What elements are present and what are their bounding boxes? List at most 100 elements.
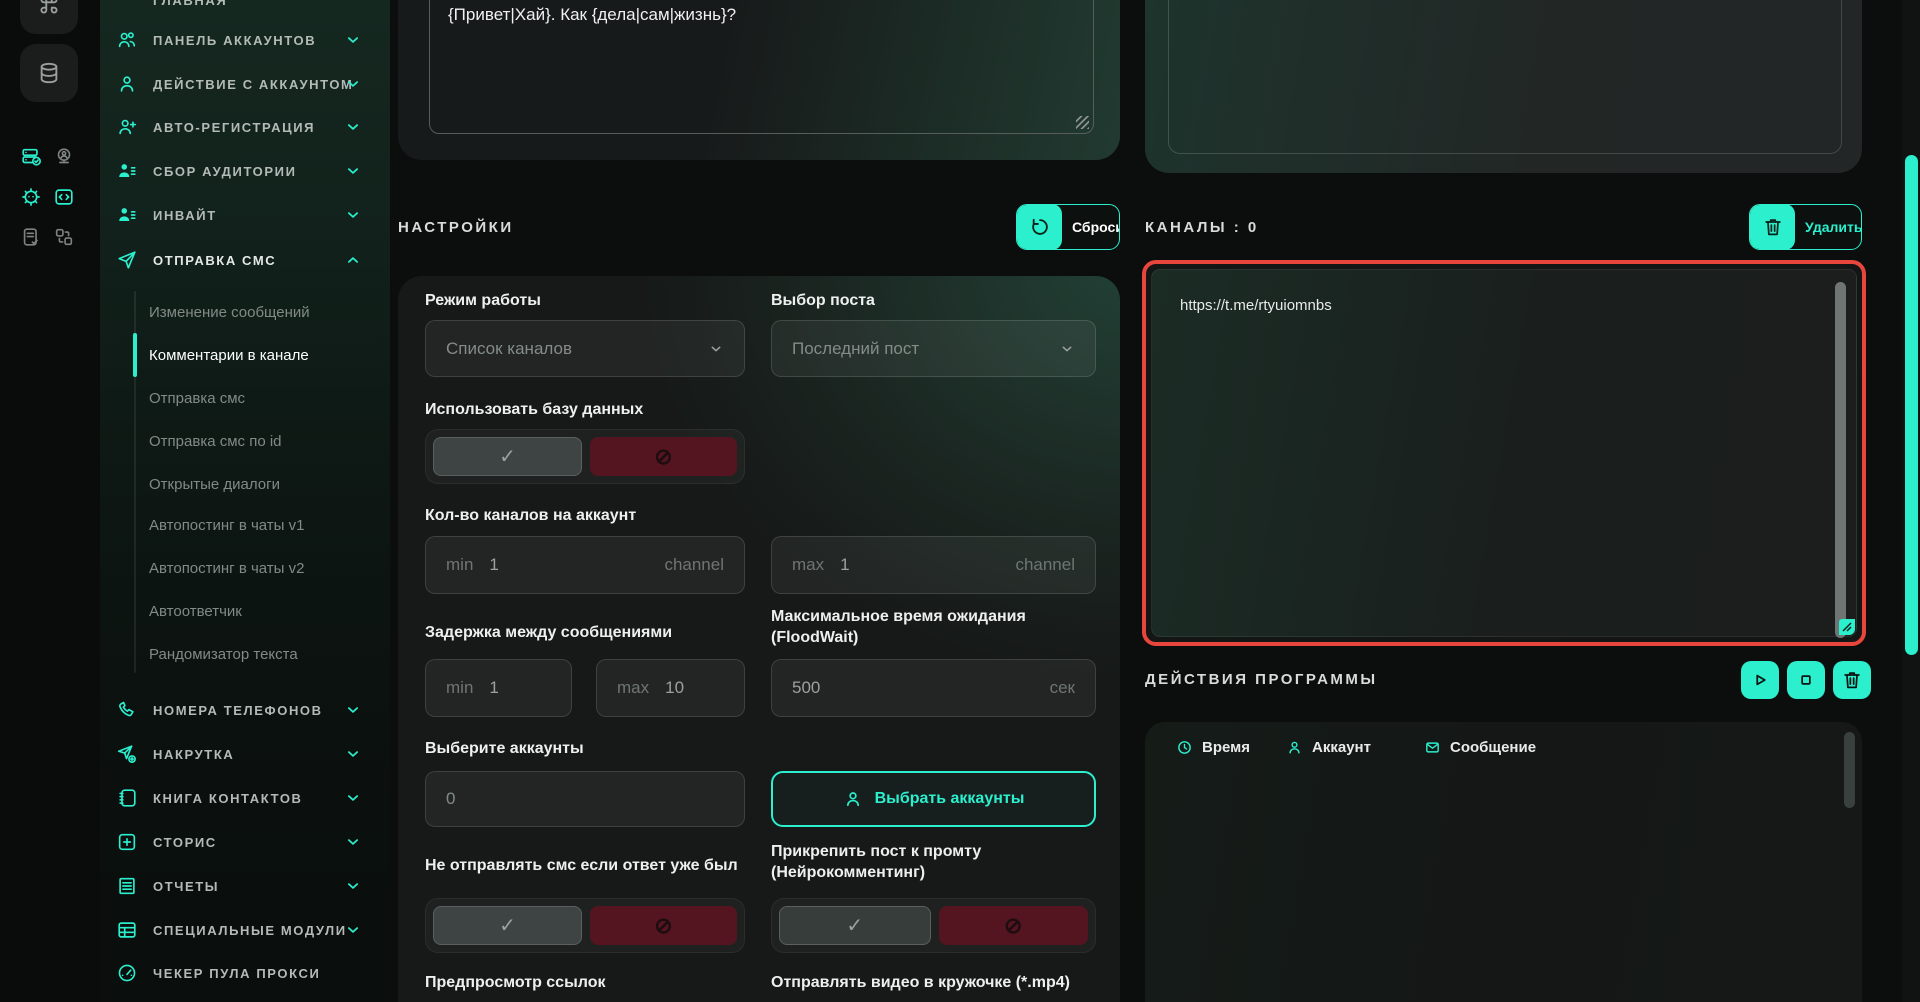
stop-button[interactable] <box>1787 661 1825 699</box>
choose-accounts-button[interactable]: Выбрать аккаунты <box>771 771 1096 827</box>
use-db-toggle: ✓ ⊘ <box>425 429 745 484</box>
accounts-label: Выберите аккаунты <box>425 740 584 758</box>
delay-label: Задержка между сообщениями <box>425 624 672 642</box>
person-icon <box>116 73 138 95</box>
right-top-textarea[interactable] <box>1168 0 1842 154</box>
resize-grip[interactable] <box>1076 116 1089 129</box>
delay-min-input[interactable]: min 1 <box>425 659 572 717</box>
no-resend-no-button[interactable]: ⊘ <box>590 906 737 945</box>
chevron-down-icon <box>344 921 362 939</box>
sidebar-item-specialnye-moduli[interactable]: СПЕЦИАЛЬНЫЕ МОДУЛИ <box>116 915 362 945</box>
settings-title: НАСТРОЙКИ <box>398 219 514 236</box>
sidebar-item-nomera-telefonov[interactable]: НОМЕРА ТЕЛЕФОНОВ <box>116 695 362 725</box>
column-header-account: Аккаунт <box>1286 739 1371 756</box>
mail-icon <box>1424 739 1441 756</box>
settings-card: Режим работы Список каналов Выбор поста … <box>398 276 1120 1002</box>
command-icon <box>36 0 62 18</box>
attach-post-no-button[interactable]: ⊘ <box>939 906 1089 945</box>
sidebar-item-cheker-pula-proksi[interactable]: ЧЕКЕР ПУЛА ПРОКСИ <box>116 958 362 988</box>
use-db-yes-button[interactable]: ✓ <box>433 437 582 476</box>
channels-max-input[interactable]: max 1 channel <box>771 536 1096 594</box>
no-resend-yes-button[interactable]: ✓ <box>433 906 582 945</box>
use-db-label: Использовать базу данных <box>425 401 643 419</box>
accounts-count-input[interactable]: 0 <box>425 771 745 827</box>
start-button[interactable] <box>1741 661 1779 699</box>
sidebar-item-storis[interactable]: СТОРИС <box>116 827 362 857</box>
chevron-down-icon <box>708 341 724 357</box>
bot-gear-icon[interactable] <box>20 186 42 208</box>
column-header-time: Время <box>1176 739 1250 756</box>
sidebar-item-avto-registraciya[interactable]: АВТО-РЕГИСТРАЦИЯ <box>116 112 362 142</box>
no-resend-label: Не отправлять смс если ответ уже был <box>425 857 738 875</box>
database-icon <box>36 60 62 86</box>
submenu-item-izmenenie-soobshcheniy[interactable]: Изменение сообщений <box>149 300 310 324</box>
channels-min-input[interactable]: min 1 channel <box>425 536 745 594</box>
message-randomizer-card: {Привет|Хай}. Как {дела|сам|жизнь}? <box>398 0 1120 160</box>
submenu-item-avtoposting-v1[interactable]: Автопостинг в чаты v1 <box>149 513 304 537</box>
attach-post-toggle: ✓ ⊘ <box>771 898 1096 953</box>
scrollbar-thumb[interactable] <box>1844 732 1855 808</box>
floodwait-label-line2: (FloodWait) <box>771 629 858 647</box>
code-window-icon[interactable] <box>53 186 75 208</box>
sidebar-item-panel-akkauntov[interactable]: ПАНЕЛЬ АККАУНТОВ <box>116 25 362 55</box>
table-icon <box>116 919 138 941</box>
sidebar-item-glavnaya[interactable]: ГЛАВНАЯ <box>116 0 362 15</box>
sidebar-item-nakrutka[interactable]: НАКРУТКА <box>116 739 362 769</box>
mode-select[interactable]: Список каналов <box>425 320 745 377</box>
use-db-no-button[interactable]: ⊘ <box>590 437 737 476</box>
chevron-down-icon <box>344 206 362 224</box>
webcam-person-icon[interactable] <box>53 146 75 168</box>
chevron-down-icon <box>344 75 362 93</box>
person-list-icon <box>116 204 138 226</box>
scrollbar-thumb[interactable] <box>1835 282 1846 638</box>
channels-textarea[interactable]: https://t.me/rtyuiomnbs <box>1151 269 1857 637</box>
submenu-item-randomizator-teksta[interactable]: Рандомизатор текста <box>149 642 298 666</box>
sidebar-item-otchety[interactable]: ОТЧЕТЫ <box>116 871 362 901</box>
stop-icon <box>1795 669 1817 691</box>
post-select[interactable]: Последний пост <box>771 320 1096 377</box>
chevron-down-icon <box>344 833 362 851</box>
post-label: Выбор поста <box>771 292 875 310</box>
delete-channels-button[interactable]: Удалить <box>1749 204 1862 250</box>
clear-log-button[interactable] <box>1833 661 1871 699</box>
attach-post-yes-button[interactable]: ✓ <box>779 906 931 945</box>
page-scrollbar-thumb[interactable] <box>1905 155 1918 655</box>
column-header-message: Сообщение <box>1424 739 1536 756</box>
command-button[interactable] <box>20 0 78 34</box>
floodwait-input[interactable]: 500 сек <box>771 659 1096 717</box>
resize-grip[interactable] <box>1839 619 1855 635</box>
sidebar-nav: ГЛАВНАЯ ПАНЕЛЬ АККАУНТОВ ДЕЙСТВИЕ С АККА… <box>100 0 390 1002</box>
database-button[interactable] <box>20 44 78 102</box>
sidebar-item-deystvie-s-akkauntom[interactable]: ДЕЙСТВИЕ С АККАУНТОМ <box>116 69 362 99</box>
sidebar-item-otpravka-sms[interactable]: ОТПРАВКА СМС <box>116 245 362 275</box>
person-plus-icon <box>116 116 138 138</box>
channels-per-account-label: Кол-во каналов на аккаунт <box>425 507 636 525</box>
channels-box-highlight: https://t.me/rtyuiomnbs <box>1142 260 1866 646</box>
chevron-down-icon <box>344 31 362 49</box>
submenu-item-otpravka-sms[interactable]: Отправка смс <box>149 386 245 410</box>
reset-button[interactable]: Сбросить <box>1016 204 1120 250</box>
sidebar-item-kniga-kontaktov[interactable]: КНИГА КОНТАКТОВ <box>116 783 362 813</box>
submenu-item-otpravka-sms-po-id[interactable]: Отправка смс по id <box>149 429 282 453</box>
mode-label: Режим работы <box>425 292 541 310</box>
document-check-icon[interactable] <box>20 226 42 248</box>
submenu-item-avtootvetchik[interactable]: Автоответчик <box>149 599 242 623</box>
no-resend-toggle: ✓ ⊘ <box>425 898 745 953</box>
sidebar-item-invayt[interactable]: ИНВАЙТ <box>116 200 362 230</box>
sidebar-item-sbor-auditorii[interactable]: СБОР АУДИТОРИИ <box>116 156 362 186</box>
plus-square-icon <box>116 831 138 853</box>
report-icon <box>116 875 138 897</box>
paper-plane-icon <box>116 249 138 271</box>
message-textarea[interactable]: {Привет|Хай}. Как {дела|сам|жизнь}? <box>429 0 1094 134</box>
floodwait-label-line1: Максимальное время ожидания <box>771 608 1026 626</box>
submenu-item-kommentarii-v-kanale[interactable]: Комментарии в канале <box>149 343 309 367</box>
attach-post-label-line1: Прикрепить пост к промту <box>771 843 981 861</box>
chevron-down-icon <box>344 162 362 180</box>
submenu-item-otkrytye-dialogi[interactable]: Открытые диалоги <box>149 472 280 496</box>
delay-max-input[interactable]: max 10 <box>596 659 745 717</box>
server-check-icon[interactable] <box>20 146 42 168</box>
swap-icon[interactable] <box>53 226 75 248</box>
person-list-icon <box>116 160 138 182</box>
submenu-item-avtoposting-v2[interactable]: Автопостинг в чаты v2 <box>149 556 304 580</box>
person-icon <box>1286 739 1303 756</box>
